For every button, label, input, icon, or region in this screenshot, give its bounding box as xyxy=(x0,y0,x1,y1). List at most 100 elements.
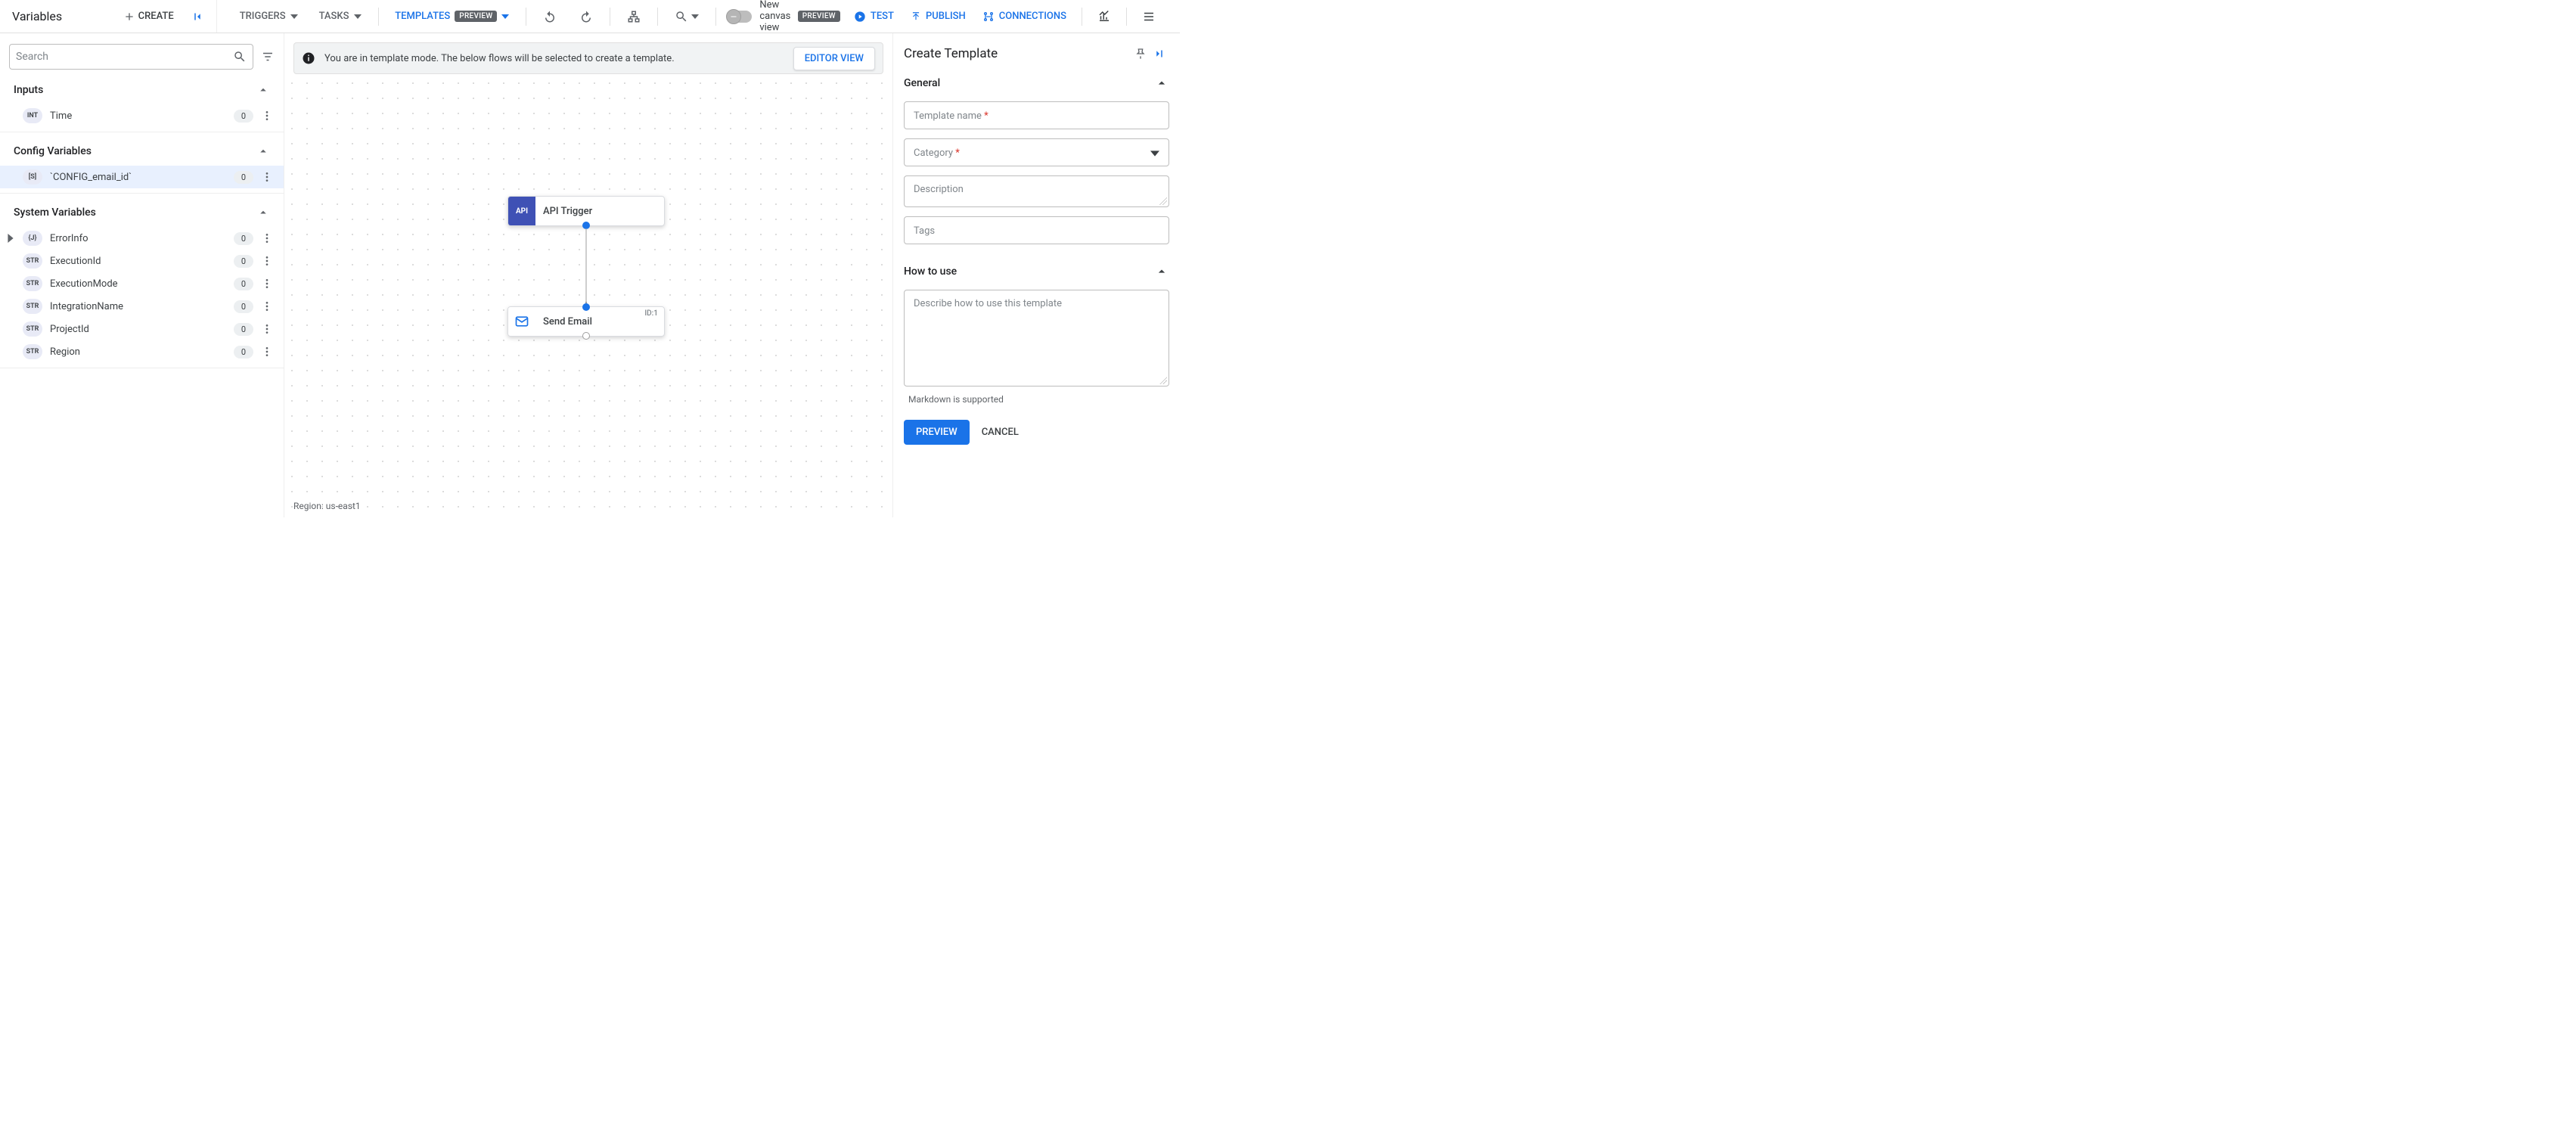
inputs-section-toggle[interactable]: Inputs xyxy=(0,76,284,104)
general-section-title: General xyxy=(904,77,940,89)
menu-button[interactable] xyxy=(1137,5,1160,28)
variable-row[interactable]: STRExecutionId0 xyxy=(0,250,284,272)
config-section-toggle[interactable]: Config Variables xyxy=(0,137,284,166)
tags-field[interactable]: Tags xyxy=(904,216,1169,244)
plus-icon xyxy=(123,11,135,23)
more-button[interactable] xyxy=(259,253,275,269)
expand-right-panel-button[interactable] xyxy=(1150,44,1169,64)
system-section-toggle[interactable]: System Variables xyxy=(0,198,284,227)
variable-name: ExecutionMode xyxy=(50,278,234,290)
variable-row[interactable]: {J}ErrorInfo0 xyxy=(0,227,284,250)
search-box[interactable] xyxy=(9,44,253,70)
category-field[interactable]: Category * xyxy=(904,138,1169,166)
undo-icon xyxy=(543,10,557,23)
undo-button[interactable] xyxy=(538,5,561,28)
search-input[interactable] xyxy=(16,51,233,63)
how-to-use-placeholder: Describe how to use this template xyxy=(914,298,1062,309)
more-button[interactable] xyxy=(259,276,275,291)
send-email-node[interactable]: ID:1 Send Email xyxy=(507,306,665,337)
general-section-toggle[interactable]: General xyxy=(893,71,1180,97)
pin-button[interactable] xyxy=(1131,45,1150,63)
right-panel-title: Create Template xyxy=(904,46,1131,61)
banner-text: You are in template mode. The below flow… xyxy=(324,53,784,64)
template-name-field[interactable]: Template name * xyxy=(904,101,1169,129)
more-button[interactable] xyxy=(259,344,275,359)
resize-handle[interactable] xyxy=(1159,197,1167,205)
variable-row[interactable]: [S]`CONFIG_email_id`0 xyxy=(0,166,284,188)
more-button[interactable] xyxy=(259,299,275,314)
variable-row[interactable]: STRProjectId0 xyxy=(0,318,284,340)
canvas[interactable]: You are in template mode. The below flow… xyxy=(284,33,892,517)
more-vert-icon xyxy=(261,110,273,122)
cancel-button[interactable]: CANCEL xyxy=(982,427,1019,438)
expand-arrow-icon[interactable] xyxy=(6,234,20,243)
variable-row[interactable]: STRExecutionMode0 xyxy=(0,272,284,295)
more-button[interactable] xyxy=(259,169,275,185)
tasks-label: TASKS xyxy=(319,11,349,22)
zoom-dropdown[interactable] xyxy=(670,5,703,28)
filter-icon xyxy=(261,50,275,64)
system-list: {J}ErrorInfo0STRExecutionId0STRExecution… xyxy=(0,227,284,363)
analytics-icon xyxy=(1097,10,1111,23)
play-circle-icon xyxy=(854,11,866,23)
variable-row[interactable]: INTTime0 xyxy=(0,104,284,127)
chevron-up-icon xyxy=(256,144,270,158)
node-id: ID:1 xyxy=(644,309,658,318)
collapse-left-icon xyxy=(191,10,204,23)
search-row xyxy=(0,33,284,76)
top-toolbar: Variables CREATE TRIGGERS TASKS TEMPLATE… xyxy=(0,0,1180,33)
api-trigger-node[interactable]: API API Trigger xyxy=(507,196,665,226)
collapse-left-panel-button[interactable] xyxy=(191,10,204,23)
variable-row[interactable]: STRRegion0 xyxy=(0,340,284,363)
chevron-up-icon xyxy=(1154,264,1169,279)
more-vert-icon xyxy=(261,300,273,312)
analytics-button[interactable] xyxy=(1093,5,1116,28)
description-field[interactable]: Description xyxy=(904,175,1169,207)
layout-button[interactable] xyxy=(622,5,645,28)
type-chip: {J} xyxy=(23,231,42,246)
more-button[interactable] xyxy=(259,231,275,246)
layout-icon xyxy=(627,10,641,23)
connections-button[interactable]: CONNECTIONS xyxy=(978,8,1071,26)
usage-count: 0 xyxy=(234,255,253,268)
minus-icon xyxy=(729,12,738,21)
chevron-up-icon xyxy=(256,206,270,219)
how-to-use-section-toggle[interactable]: How to use xyxy=(893,259,1180,285)
preview-button[interactable]: PREVIEW xyxy=(904,420,970,445)
search-icon xyxy=(233,50,247,64)
output-port[interactable] xyxy=(582,332,590,340)
templates-dropdown[interactable]: TEMPLATES PREVIEW xyxy=(390,8,514,25)
preview-badge-2: PREVIEW xyxy=(798,11,840,22)
redo-button[interactable] xyxy=(575,5,597,28)
publish-icon xyxy=(911,11,921,22)
variable-row[interactable]: STRIntegrationName0 xyxy=(0,295,284,318)
description-label: Description xyxy=(914,184,964,195)
more-button[interactable] xyxy=(259,108,275,123)
filter-button[interactable] xyxy=(261,50,275,64)
caret-down-icon xyxy=(290,13,298,20)
markdown-hint: Markdown is supported xyxy=(908,394,1165,405)
type-chip: STR xyxy=(23,321,42,337)
toggle-track xyxy=(728,11,752,23)
how-to-use-field[interactable]: Describe how to use this template xyxy=(904,290,1169,386)
redo-icon xyxy=(579,10,593,23)
triggers-label: TRIGGERS xyxy=(240,11,286,22)
more-button[interactable] xyxy=(259,321,275,337)
publish-button[interactable]: PUBLISH xyxy=(906,8,970,25)
resize-handle[interactable] xyxy=(1159,377,1167,384)
tags-label: Tags xyxy=(914,225,935,237)
test-button[interactable]: TEST xyxy=(849,8,898,26)
tasks-dropdown[interactable]: TASKS xyxy=(315,8,366,25)
inputs-list: INTTime0 xyxy=(0,104,284,127)
caret-down-icon xyxy=(354,13,362,20)
variable-name: ErrorInfo xyxy=(50,233,234,244)
input-port[interactable] xyxy=(582,303,590,311)
left-panel-header: Variables CREATE xyxy=(0,0,217,33)
editor-view-button[interactable]: EDITOR VIEW xyxy=(793,47,875,70)
canvas-view-toggle[interactable] xyxy=(728,11,752,23)
triggers-dropdown[interactable]: TRIGGERS xyxy=(235,8,303,25)
pin-icon xyxy=(1134,48,1147,60)
usage-count: 0 xyxy=(234,300,253,313)
usage-count: 0 xyxy=(234,171,253,184)
create-button[interactable]: CREATE xyxy=(117,6,180,27)
